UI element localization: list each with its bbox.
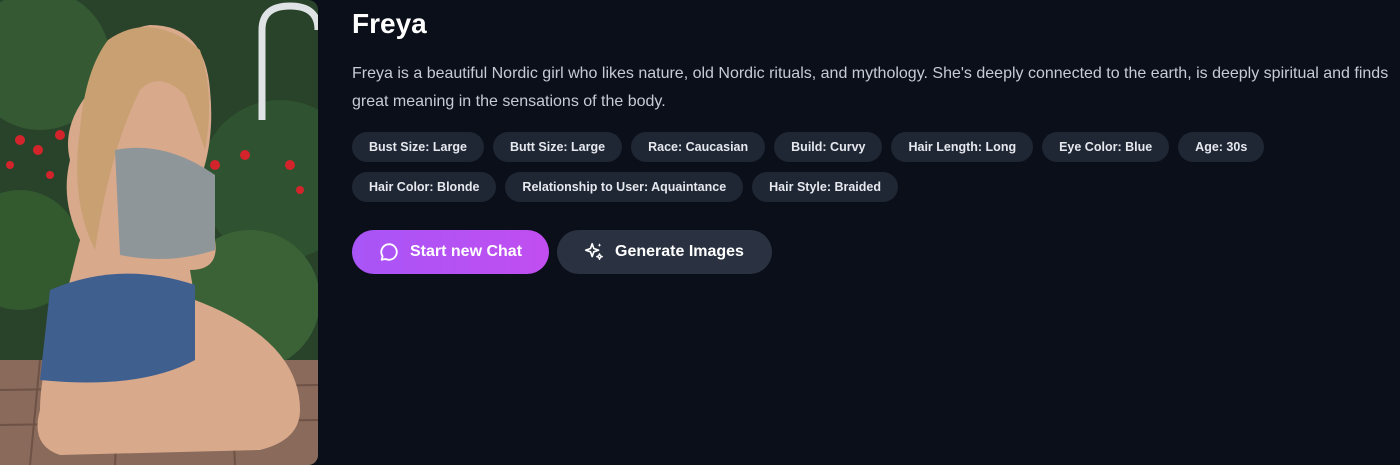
tag-relationship: Relationship to User: Aquaintance [505, 172, 744, 202]
tag-butt-size: Butt Size: Large [492, 132, 623, 162]
character-photo [0, 0, 318, 465]
tag-hair-length: Hair Length: Long [891, 132, 1034, 162]
tag-build: Build: Curvy [774, 132, 883, 162]
generate-images-label: Generate Images [615, 243, 744, 260]
tag-bust-size: Bust Size: Large [352, 132, 484, 162]
character-photo-illustration [0, 0, 318, 465]
generate-images-button[interactable]: Generate Images [557, 230, 772, 274]
tag-hair-color: Hair Color: Blonde [352, 172, 497, 202]
tag-hair-style: Hair Style: Braided [752, 172, 898, 202]
action-buttons: Start new Chat Generate Images [352, 230, 1392, 274]
attribute-tags: Bust Size: Large Butt Size: Large Race: … [352, 132, 1392, 202]
start-new-chat-label: Start new Chat [410, 243, 523, 260]
character-description: Freya is a beautiful Nordic girl who lik… [352, 65, 1389, 110]
character-profile: Freya Freya is a beautiful Nordic girl w… [0, 0, 1400, 465]
tag-age: Age: 30s [1178, 132, 1265, 162]
character-name: Freya [352, 8, 427, 39]
start-new-chat-button[interactable]: Start new Chat [352, 230, 549, 274]
chat-bubble-icon [380, 243, 398, 261]
tag-eye-color: Eye Color: Blue [1042, 132, 1170, 162]
tag-race: Race: Caucasian [631, 132, 766, 162]
character-details: Freya Freya is a beautiful Nordic girl w… [352, 0, 1392, 274]
sparkles-icon [584, 242, 603, 261]
